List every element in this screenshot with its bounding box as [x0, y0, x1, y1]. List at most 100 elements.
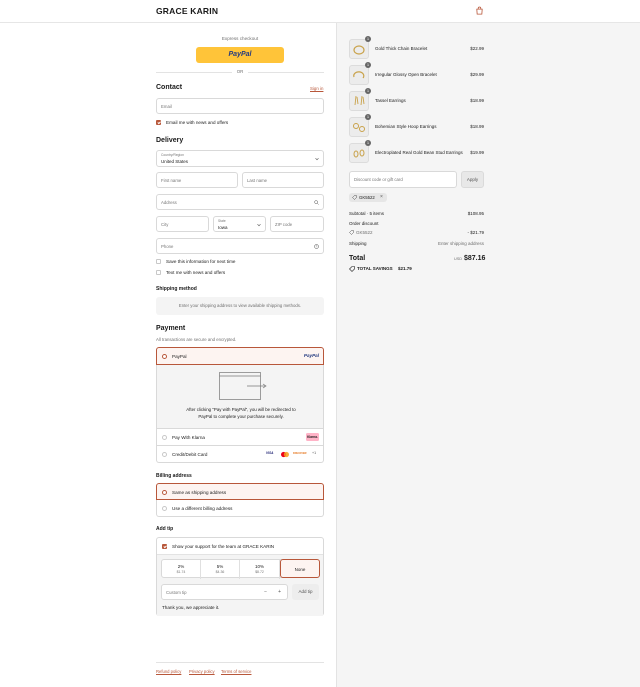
- tip-option-5[interactable]: 5% $4.36: [201, 560, 240, 579]
- klarna-radio[interactable]: [162, 434, 167, 440]
- paypal-redirect-text: After clicking "Pay with PayPal", you wi…: [186, 407, 296, 419]
- apply-button[interactable]: Apply: [461, 171, 484, 188]
- paypal-radio[interactable]: [162, 354, 167, 359]
- newsletter-checkbox[interactable]: [156, 120, 161, 125]
- total-savings-value: $21.79: [398, 266, 412, 271]
- country-select[interactable]: Country/Region United States: [156, 150, 324, 167]
- email-field[interactable]: Email: [156, 98, 324, 114]
- refund-policy-link[interactable]: Refund policy: [156, 669, 181, 674]
- privacy-policy-link[interactable]: Privacy policy: [189, 669, 215, 674]
- bracelet-icon: [353, 71, 365, 79]
- payment-subtitle: All transactions are secure and encrypte…: [156, 337, 237, 342]
- product-price: $22.99: [470, 46, 484, 51]
- add-tip-button[interactable]: Add tip: [292, 584, 319, 600]
- payment-option-klarna[interactable]: Pay With Klarna Klarna.: [156, 429, 324, 446]
- address-field[interactable]: Address: [156, 194, 324, 210]
- custom-tip-input[interactable]: Custom tip − +: [161, 584, 288, 600]
- product-price: $18.99: [470, 124, 484, 129]
- help-icon[interactable]: ?: [314, 244, 319, 249]
- search-icon: [314, 200, 319, 205]
- product-name: Gold Thick Chain Bracelet: [375, 46, 428, 51]
- billing-different-option[interactable]: Use a different billing address: [156, 500, 324, 517]
- country-value: United States: [161, 158, 189, 164]
- product-price: $29.99: [470, 72, 484, 77]
- more-cards-badge: +1: [312, 451, 317, 455]
- site-header: GRACE KARIN: [0, 0, 640, 23]
- discount-placeholder: Discount code or gift card: [354, 177, 403, 182]
- shipping-label: Shipping: [349, 241, 367, 246]
- billing-same-radio[interactable]: [162, 489, 167, 495]
- tip-option-2[interactable]: 2% $1.74: [162, 560, 201, 579]
- phone-field[interactable]: Phone ?: [156, 238, 324, 254]
- express-checkout-label: Express checkout: [221, 36, 259, 41]
- last-name-field[interactable]: Last name: [242, 172, 324, 188]
- zip-placeholder: ZIP code: [275, 222, 293, 227]
- discount-code-input[interactable]: Discount code or gift card: [349, 171, 457, 188]
- zip-field[interactable]: ZIP code: [270, 216, 324, 232]
- tip-support-label: Show your support for the team at GRACE …: [172, 543, 275, 549]
- tip-percent: 2%: [177, 564, 185, 569]
- shopping-bag-icon[interactable]: [475, 6, 484, 15]
- tip-option-10[interactable]: 10% $8.72: [240, 560, 280, 579]
- discount-value: - $21.79: [467, 230, 484, 235]
- order-summary-panel: [336, 23, 640, 687]
- billing-same-option[interactable]: Same as shipping address: [156, 483, 324, 500]
- tip-amount: $4.36: [215, 570, 225, 574]
- save-info-label: Save this information for next time: [166, 259, 236, 264]
- paypal-logo: PayPal: [228, 51, 252, 58]
- earrings-icon: [353, 123, 365, 132]
- phone-placeholder: Phone: [161, 244, 174, 249]
- or-separator: OR: [236, 69, 244, 74]
- tip-percent: None: [294, 566, 306, 572]
- subtotal-label: Subtotal · 5 items: [349, 211, 385, 216]
- mastercard-icon: [281, 451, 289, 457]
- paypal-option-label: PayPal: [172, 354, 187, 359]
- paypal-express-button[interactable]: PayPal: [196, 47, 284, 63]
- divider-left: [156, 72, 232, 73]
- sign-in-link[interactable]: Sign in: [310, 86, 323, 91]
- tip-support-checkbox[interactable]: [162, 543, 167, 549]
- payment-option-card[interactable]: Credit/Debit Card VISA DISCOVER +1: [156, 446, 324, 463]
- remove-code-icon[interactable]: ×: [380, 194, 383, 200]
- chevron-down-icon: [257, 223, 261, 227]
- product-image: [349, 117, 369, 137]
- klarna-option-label: Pay With Klarna: [172, 434, 205, 440]
- quantity-badge: 1: [365, 62, 371, 68]
- paypal-badge: PayPal: [303, 353, 319, 358]
- chevron-down-icon: [315, 157, 319, 161]
- first-name-field[interactable]: First name: [156, 172, 238, 188]
- text-me-checkbox[interactable]: [156, 270, 161, 275]
- tip-percent: 5%: [216, 564, 224, 569]
- order-discount-label: Order discount: [349, 221, 379, 226]
- plus-icon[interactable]: +: [278, 589, 281, 595]
- save-info-checkbox[interactable]: [156, 259, 161, 264]
- product-image: [349, 65, 369, 85]
- card-radio[interactable]: [162, 451, 167, 457]
- billing-different-label: Use a different billing address: [172, 505, 233, 511]
- city-field[interactable]: City: [156, 216, 209, 232]
- tip-option-none[interactable]: None: [280, 559, 320, 578]
- quantity-badge: 1: [365, 114, 371, 120]
- state-value: Iowa: [218, 224, 228, 230]
- minus-icon[interactable]: −: [264, 589, 267, 595]
- card-option-label: Credit/Debit Card: [172, 451, 208, 457]
- product-price: $18.99: [470, 98, 484, 103]
- payment-option-paypal[interactable]: PayPal PayPal: [156, 347, 324, 365]
- tip-heading: Add tip: [156, 526, 174, 532]
- billing-different-radio[interactable]: [162, 505, 167, 511]
- shipping-value: Enter shipping address: [437, 241, 484, 246]
- address-placeholder: Address: [161, 200, 177, 205]
- klarna-badge: Klarna.: [306, 433, 319, 441]
- tip-amount: $1.74: [176, 570, 186, 574]
- tip-percent: 10%: [254, 564, 264, 569]
- brand-logo[interactable]: GRACE KARIN: [156, 6, 218, 16]
- footer-divider: [156, 662, 324, 663]
- svg-text:?: ?: [316, 245, 318, 249]
- product-name: Bohemian Style Hoop Earrings: [375, 124, 437, 129]
- terms-of-service-link[interactable]: Terms of service: [221, 669, 251, 674]
- discover-icon: DISCOVER: [293, 451, 307, 455]
- tip-options: 2% $1.74 5% $4.36 10% $8.72 None: [161, 559, 320, 579]
- state-select[interactable]: State Iowa: [213, 216, 266, 232]
- product-image: [349, 143, 369, 163]
- shipping-method-heading: Shipping method: [156, 286, 197, 292]
